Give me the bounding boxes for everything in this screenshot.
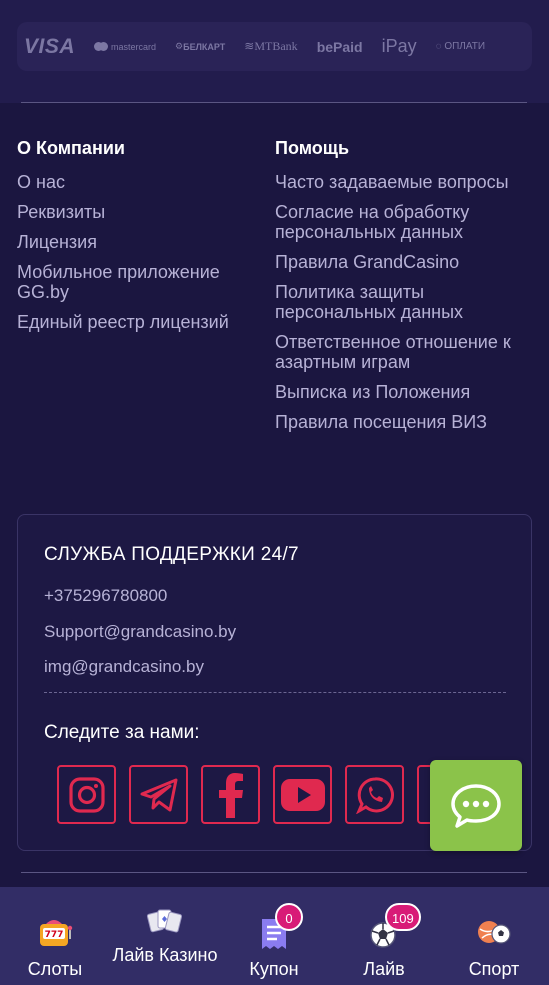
telegram-icon: [140, 778, 177, 811]
mastercard-label: mastercard: [111, 41, 157, 52]
chat-bubble-icon: [451, 783, 501, 828]
payment-logos: VISA mastercard ⚙ БЕЛКАРТ ≋ MTBank bePaid …: [17, 22, 532, 71]
link-requisites[interactable]: Реквизиты: [17, 202, 267, 222]
oplati-logo: ◌ ОПЛАТИ: [436, 41, 485, 52]
nav-label-live-casino: Лайв Казино: [112, 945, 218, 965]
coupon-badge: 0: [275, 903, 303, 931]
help-column: Помощь Часто задаваемые вопросы Согласие…: [275, 138, 535, 442]
belkart-label: БЕЛКАРТ: [183, 41, 226, 52]
link-faq[interactable]: Часто задаваемые вопросы: [275, 172, 535, 192]
whatsapp-icon: [355, 776, 394, 814]
youtube-icon: [280, 778, 325, 811]
nav-label-slots: Слоты: [27, 959, 83, 979]
facebook-icon: [218, 772, 243, 818]
sports-balls-icon: [478, 921, 511, 944]
nav-label-coupon: Купон: [249, 959, 299, 979]
gear-icon: ⚙: [175, 41, 184, 51]
telegram-button[interactable]: [129, 765, 188, 824]
facebook-button[interactable]: [201, 765, 260, 824]
mtbank-logo: ≋ MTBank: [244, 39, 297, 54]
live-badge: 109: [385, 903, 421, 931]
company-heading: О Компании: [17, 138, 125, 158]
link-regulation-excerpt[interactable]: Выписка из Положения: [275, 382, 535, 402]
oplati-label: ОПЛАТИ: [444, 41, 486, 52]
mt-swoosh-icon: ≋: [244, 39, 255, 53]
link-privacy-policy[interactable]: Политика защиты персональных данных: [275, 282, 535, 322]
link-data-consent[interactable]: Согласие на обработку персональных данны…: [275, 202, 535, 242]
mastercard-circle-icon: [99, 42, 109, 51]
divider-bottom: [21, 872, 527, 873]
img-email[interactable]: img@grandcasino.by: [44, 657, 204, 677]
nav-item-sport[interactable]: Спорт: [439, 887, 549, 985]
mastercard-logo: mastercard: [94, 42, 156, 52]
support-title: СЛУЖБА ПОДДЕРЖКИ 24/7: [44, 544, 299, 565]
nav-label-live: Лайв: [363, 959, 405, 979]
mtbank-label: MTBank: [254, 39, 298, 53]
nav-label-sport: Спорт: [468, 959, 520, 979]
link-visit-rules[interactable]: Правила посещения ВИЗ: [275, 412, 535, 432]
link-rules[interactable]: Правила GrandCasino: [275, 252, 535, 272]
instagram-icon: [68, 776, 105, 813]
nav-item-coupon[interactable]: 0 Купон: [219, 887, 329, 985]
payment-band: VISA mastercard ⚙ БЕЛКАРТ ≋ MTBank bePaid …: [0, 0, 549, 103]
youtube-button[interactable]: [273, 765, 332, 824]
dashed-divider: [44, 692, 506, 693]
nav-item-live-casino[interactable]: Лайв Казино: [110, 887, 220, 985]
bepaid-logo: bePaid: [316, 38, 363, 55]
instagram-button[interactable]: [57, 765, 116, 824]
belkart-logo: ⚙ БЕЛКАРТ: [175, 41, 225, 52]
support-email[interactable]: Support@grandcasino.by: [44, 622, 236, 642]
follow-us-title: Следите за нами:: [44, 722, 200, 743]
svg-text:777: 777: [45, 930, 64, 940]
link-license-registry[interactable]: Единый реестр лицензий: [17, 312, 267, 332]
chat-button[interactable]: [430, 760, 522, 851]
whatsapp-button[interactable]: [345, 765, 404, 824]
support-phone[interactable]: +375296780800: [44, 586, 167, 606]
company-column: О Компании О нас Реквизиты Лицензия Моби…: [17, 138, 267, 342]
visa-logo: VISA: [24, 34, 76, 58]
link-about[interactable]: О нас: [17, 172, 267, 192]
nav-item-slots[interactable]: 777 Слоты: [0, 887, 110, 985]
link-responsible-gaming[interactable]: Ответственное отношение к азартным играм: [275, 332, 535, 372]
ipay-logo: iPay: [381, 36, 417, 56]
social-links: [57, 765, 489, 824]
slot-machine-icon: 777: [40, 920, 73, 946]
divider-top: [21, 102, 527, 103]
link-license[interactable]: Лицензия: [17, 232, 267, 252]
bottom-nav: 777 Слоты Лайв Казино 0 Купон 109 Лайв С…: [0, 887, 549, 985]
ring-icon: ◌: [435, 41, 445, 52]
help-heading: Помощь: [275, 138, 350, 158]
nav-item-live[interactable]: 109 Лайв: [329, 887, 439, 985]
link-mobile-app[interactable]: Мобильное приложение GG.by: [17, 262, 267, 302]
playing-cards-icon: [146, 909, 183, 933]
